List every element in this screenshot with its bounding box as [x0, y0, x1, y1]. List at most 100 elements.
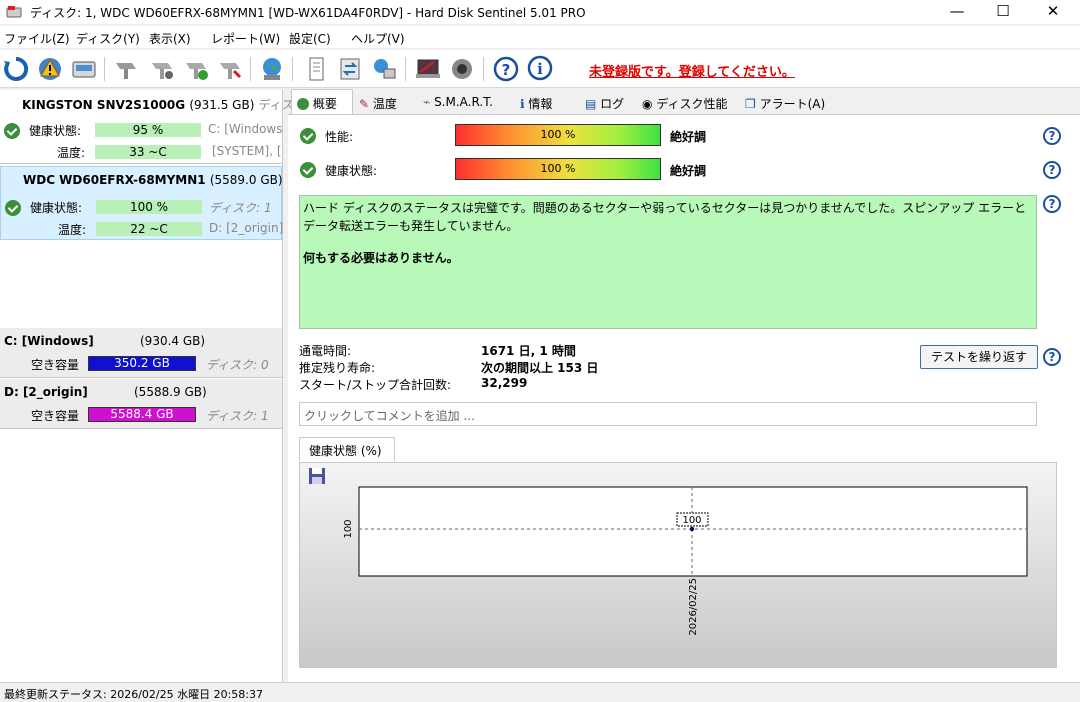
refresh-icon[interactable] — [2, 55, 30, 83]
performance-bar: 100 % — [455, 124, 661, 146]
volume-text: ディスク: 1 — [209, 201, 272, 215]
plot-area — [358, 486, 1028, 577]
status-action: 何もする必要はありません。 — [303, 251, 459, 265]
status-bar: 最終更新ステータス: 2026/02/25 水曜日 20:58:37 — [0, 682, 1080, 701]
tab-smart[interactable]: ⌁ S.M.A.R.T. — [423, 90, 493, 114]
maximize-button[interactable]: ☐ — [980, 0, 1026, 24]
volume-name: C: [Windows] — [4, 334, 94, 348]
health-bar: 100 % — [455, 158, 661, 180]
volume-name: D: [2_origin] — [4, 385, 88, 399]
info-icon: ℹ — [520, 97, 525, 111]
disk-list-panel: KINGSTON SNV2S1000G (931.5 GB) ディスク 健康状態… — [0, 90, 306, 682]
menu-report[interactable]: レポート(W) — [211, 30, 280, 47]
window-title: ディスク: 1, WDC WD60EFRX-68MYMN1 [WD-WX61DA… — [30, 6, 586, 20]
power-on-label: 通電時間: — [299, 344, 352, 358]
free-space-track: 350.2 GB — [88, 356, 196, 371]
health-status: 絶好調 — [670, 164, 707, 178]
drive-tools-icon[interactable] — [216, 55, 244, 83]
disk-item-0[interactable]: KINGSTON SNV2S1000G (931.5 GB) ディスク 健康状態… — [0, 90, 306, 164]
menu-settings[interactable]: 設定(C) — [289, 30, 331, 47]
globe-icon[interactable] — [258, 55, 286, 83]
unregistered-link[interactable]: 未登録版です。登録してください。 — [589, 61, 795, 80]
volume-item-0[interactable]: C: [Windows] (930.4 GB) 空き容量 350.2 GB ディ… — [0, 328, 282, 378]
drive-mount-icon[interactable] — [148, 55, 176, 83]
temperature-bar: 22 ~C — [96, 222, 202, 236]
disk-name: WDC WD60EFRX-68MYMN1 (5589.0 GB) — [23, 173, 283, 187]
svg-text:i: i — [537, 60, 543, 78]
help-icon[interactable]: ? — [1043, 127, 1061, 145]
help-icon[interactable]: ? — [492, 55, 520, 83]
title-bar: ディスク: 1, WDC WD60EFRX-68MYMN1 [WD-WX61DA… — [0, 0, 1080, 24]
temperature-label: 温度: — [57, 146, 86, 160]
help-icon[interactable]: ? — [1043, 348, 1061, 366]
volume-size: (5588.9 GB) — [134, 385, 207, 399]
document-icon: ▤ — [585, 97, 597, 111]
help-icon[interactable]: ? — [1043, 161, 1061, 179]
menu-help[interactable]: ヘルプ(V) — [351, 30, 405, 47]
status-description: ハード ディスクのステータスは完璧です。問題のあるセクターや弱っているセクターは… — [299, 195, 1037, 329]
speaker-icon[interactable] — [448, 55, 476, 83]
ok-check-icon — [300, 162, 316, 178]
help-icon[interactable]: ? — [1043, 195, 1061, 213]
drive-icon[interactable] — [70, 55, 98, 83]
tab-log[interactable]: ▤ ログ — [585, 90, 624, 114]
menu-bar: ファイル(Z) ディスク(Y) 表示(X) レポート(W) 設定(C) ヘルプ(… — [0, 26, 1080, 48]
power-on-value: 1671 日, 1 時間 — [481, 344, 576, 358]
tab-alerts[interactable]: ❐ アラート(A) — [745, 90, 825, 114]
toolbar: ? i 未登録版です。登録してください。 — [0, 50, 1080, 88]
alert-icon[interactable] — [36, 55, 64, 83]
chart-svg: 100 100 2026/02/25 — [343, 486, 1028, 636]
ok-check-icon — [300, 128, 316, 144]
lifetime-value: 次の期間以上 153 日 — [481, 361, 599, 375]
tab-info[interactable]: ℹ 情報 — [520, 90, 552, 114]
app-icon — [6, 5, 22, 19]
overview-panel: 性能: 100 % 絶好調 ? 健康状態: 100 % 絶好調 ? ハード ディ… — [288, 114, 1080, 682]
close-button[interactable]: ✕ — [1030, 0, 1076, 24]
health-label: 健康状態: — [29, 124, 82, 138]
minimize-button[interactable]: — — [934, 0, 980, 24]
health-bar: 95 % — [95, 123, 201, 137]
menu-disk[interactable]: ディスク(Y) — [76, 30, 140, 47]
menu-file[interactable]: ファイル(Z) — [4, 30, 70, 47]
disk-item-1[interactable]: WDC WD60EFRX-68MYMN1 (5589.0 GB) 健康状態: 1… — [0, 166, 284, 240]
thermometer-icon: ✎ — [359, 97, 370, 111]
repeat-test-button[interactable]: テストを繰り返す — [920, 345, 1038, 369]
startstop-value: 32,299 — [481, 376, 528, 390]
free-space-label: 空き容量 — [31, 358, 80, 372]
gauge-icon: ◉ — [642, 97, 653, 111]
tab-temperature[interactable]: ✎ 温度 — [359, 90, 397, 114]
volume-text: C: [Windows — [208, 122, 283, 136]
chart-tab-health[interactable]: 健康状態 (%) — [299, 437, 395, 461]
free-space-track: 5588.4 GB — [88, 407, 196, 422]
volume-disk: ディスク: 1 — [206, 409, 269, 423]
ok-check-icon — [4, 123, 20, 139]
ok-check-icon — [297, 98, 309, 110]
health-label: 健康状態: — [30, 201, 83, 215]
y-tick-label: 100 — [343, 519, 354, 538]
temperature-bar: 33 ~C — [95, 145, 201, 159]
volume-text: D: [2_origin] — [209, 221, 284, 235]
svg-text:?: ? — [502, 61, 511, 79]
lifetime-label: 推定残り寿命: — [299, 361, 376, 375]
free-space-label: 空き容量 — [31, 409, 80, 423]
data-point — [689, 526, 695, 532]
drive-icon: ⌁ — [423, 95, 431, 109]
comment-input[interactable]: クリックしてコメントを追加 ... — [299, 402, 1037, 426]
tab-disk-performance[interactable]: ◉ ディスク性能 — [642, 90, 727, 114]
drive-gray-icon[interactable] — [112, 55, 140, 83]
ok-check-icon — [5, 200, 21, 216]
free-space-value: 5588.4 GB — [110, 407, 174, 421]
network-icon[interactable] — [370, 55, 398, 83]
performance-label: 性能: — [325, 130, 354, 144]
tab-overview[interactable]: 概要 — [291, 89, 353, 115]
report-icon[interactable] — [302, 55, 330, 83]
volume-item-1[interactable]: D: [2_origin] (5588.9 GB) 空き容量 5588.4 GB… — [0, 379, 282, 429]
info-icon[interactable]: i — [526, 55, 554, 83]
menu-view[interactable]: 表示(X) — [149, 30, 191, 47]
drive-check-icon[interactable] — [182, 55, 210, 83]
status-text: ハード ディスクのステータスは完璧です。問題のあるセクターや弱っているセクターは… — [303, 201, 1027, 233]
notebook-icon[interactable] — [414, 55, 442, 83]
exchange-icon[interactable] — [336, 55, 364, 83]
volume-disk: ディスク: 0 — [206, 358, 269, 372]
health-bar: 100 % — [96, 200, 202, 214]
